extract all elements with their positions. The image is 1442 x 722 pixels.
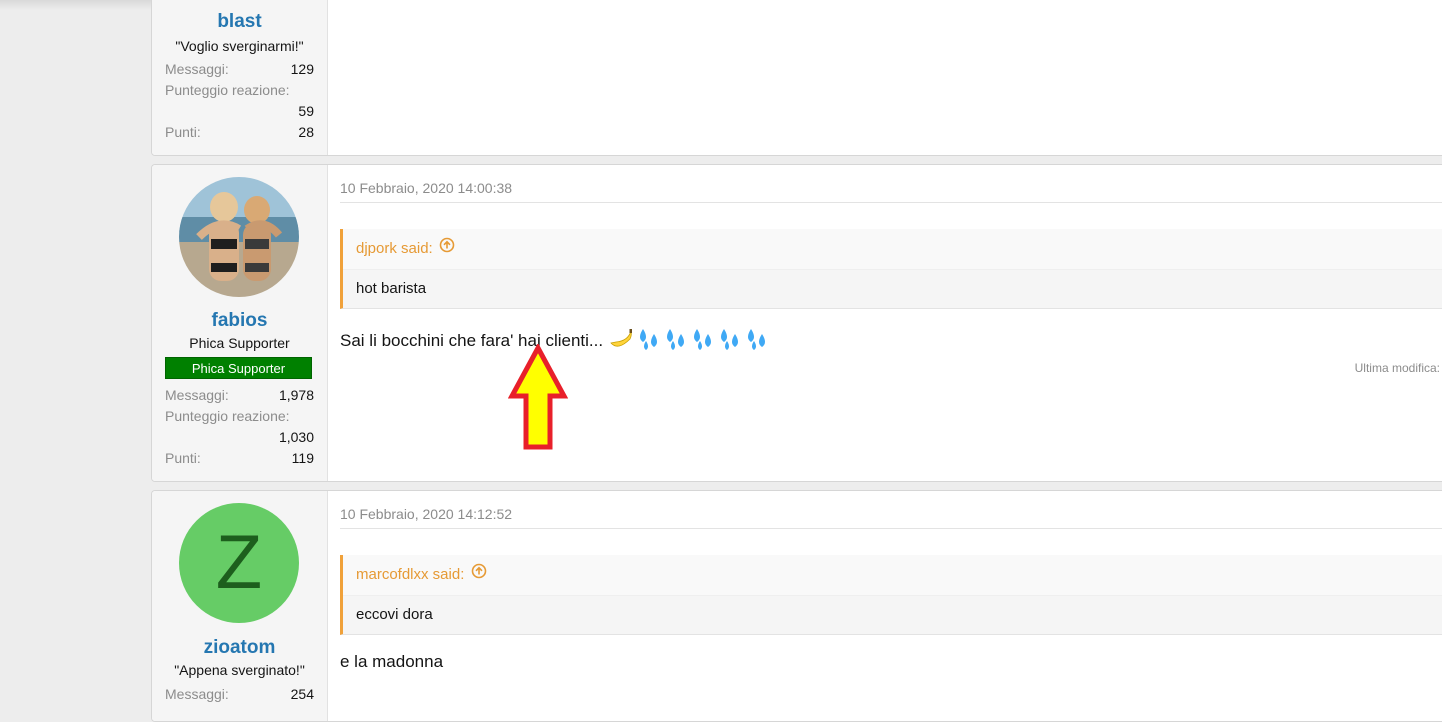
avatar[interactable] [179, 177, 299, 297]
banana-emoji-icon [610, 329, 632, 347]
user-cell: fabios Phica Supporter Phica Supporter M… [152, 165, 328, 481]
stat-messages: Messaggi: 254 [165, 686, 314, 706]
quote-author[interactable]: djpork said: [356, 240, 433, 257]
stat-reaction-value: 1,030 [165, 429, 314, 449]
user-cell: Z zioatom "Appena sverginato!" Messaggi:… [152, 491, 328, 721]
stat-messages: Messaggi: 1,978 [165, 387, 314, 407]
post-fabios: fabios Phica Supporter Phica Supporter M… [151, 164, 1442, 482]
stat-label: Punteggio reazione: [165, 82, 290, 98]
user-banner: Phica Supporter [165, 357, 312, 379]
post-date[interactable]: 10 Febbraio, 2020 14:12:52 [340, 506, 512, 522]
user-title: "Voglio sverginarmi!" [175, 38, 304, 54]
stat-value: 129 [290, 61, 314, 77]
username-link[interactable]: zioatom [152, 637, 327, 659]
emoji-row [608, 325, 773, 358]
avatar-photo [179, 177, 299, 297]
post-date[interactable]: 10 Febbraio, 2020 14:00:38 [340, 180, 512, 196]
user-arrow [318, 524, 327, 542]
last-edit: Ultima modifica: [1354, 361, 1440, 375]
quote-text: eccovi dora [356, 606, 433, 623]
sweat-droplets-icon [693, 329, 711, 350]
post-blast: blast "Voglio sverginarmi!" Messaggi: 12… [151, 0, 1442, 156]
stat-label: Messaggi: [165, 61, 229, 77]
user-arrow [318, 198, 327, 216]
stat-label: Punteggio reazione: [165, 408, 290, 424]
quote-author[interactable]: marcofdlxx said: [356, 566, 464, 583]
sweat-droplets-icon [639, 329, 657, 350]
sweat-droplets-icon [666, 329, 684, 350]
stat-value: 1,978 [278, 387, 314, 403]
user-title: "Appena sverginato!" [174, 662, 305, 678]
sweat-droplets-icon [747, 329, 765, 350]
post-divider [340, 528, 1442, 529]
quote-header[interactable]: marcofdlxx said: [343, 555, 1442, 596]
stat-label: Punti: [165, 124, 201, 140]
quote-block: djpork said: hot barista [340, 229, 1442, 309]
stat-label: Messaggi: [165, 387, 229, 403]
stat-reaction-score: Punteggio reazione: [165, 82, 314, 102]
stat-value: 119 [291, 450, 314, 466]
sweat-droplets-icon [720, 329, 738, 350]
stat-label: Messaggi: [165, 686, 229, 702]
username-link[interactable]: blast [152, 11, 327, 33]
user-title: Phica Supporter [189, 335, 290, 351]
stat-points: Punti: 28 [165, 124, 314, 144]
quote-text: hot barista [356, 280, 427, 297]
post-zioatom: Z zioatom "Appena sverginato!" Messaggi:… [151, 490, 1442, 722]
circle-arrow-up-icon[interactable] [471, 555, 487, 595]
stat-points: Punti: 119 [165, 450, 314, 470]
post-divider [340, 202, 1442, 203]
quote-block: marcofdlxx said: eccovi dora [340, 555, 1442, 635]
stat-value: 28 [298, 124, 314, 140]
username-link[interactable]: fabios [152, 310, 327, 332]
stat-value: 254 [290, 686, 314, 702]
stat-value: 1,030 [278, 429, 314, 445]
stat-label: Punti: [165, 450, 201, 466]
stat-reaction-value: 59 [165, 103, 314, 123]
user-cell: blast "Voglio sverginarmi!" Messaggi: 12… [152, 0, 328, 155]
circle-arrow-up-icon[interactable] [439, 229, 455, 269]
red-yellow-up-arrow [507, 342, 569, 457]
stat-messages: Messaggi: 129 [165, 61, 314, 81]
stat-value: 59 [298, 103, 314, 119]
post-message: e la madonna [340, 652, 444, 671]
stat-reaction-score: Punteggio reazione: [165, 408, 314, 428]
avatar[interactable]: Z [179, 503, 299, 623]
quote-header[interactable]: djpork said: [343, 229, 1442, 270]
